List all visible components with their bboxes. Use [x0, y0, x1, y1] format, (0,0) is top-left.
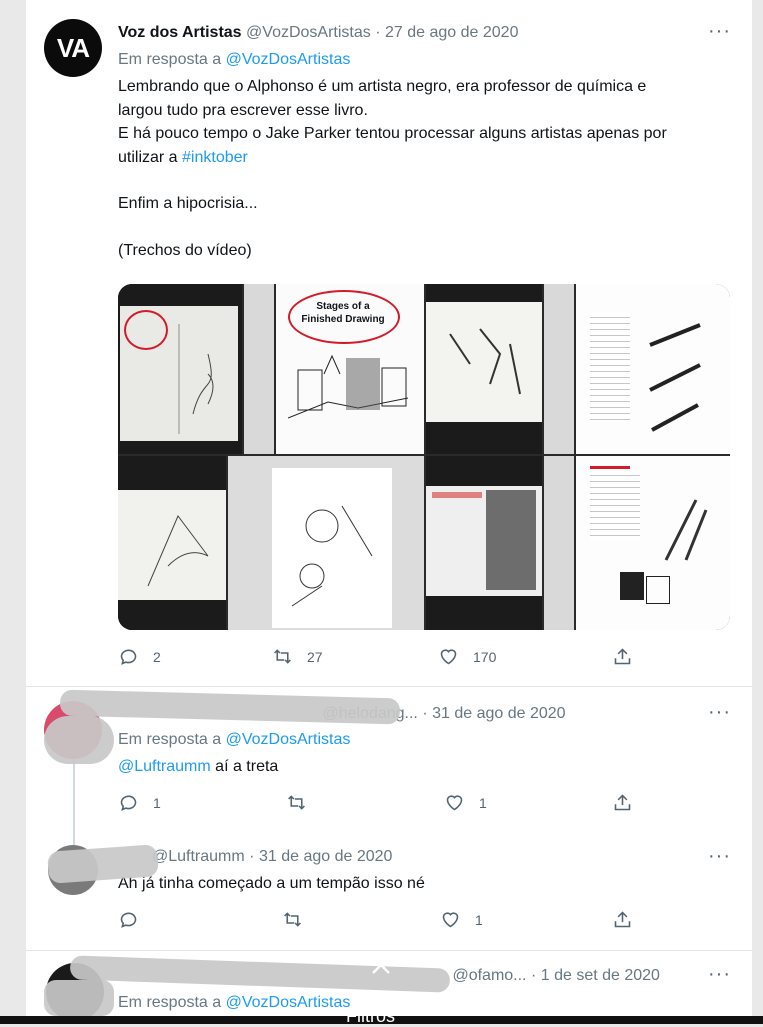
retweet-button[interactable]: 27 [272, 646, 323, 667]
media-tile-3[interactable]: Stages of a Finished Drawing [276, 284, 424, 454]
tweet-text: Lembrando que o Alphonso é um artista ne… [118, 75, 728, 262]
media-tile-2[interactable] [244, 284, 274, 454]
like-button[interactable]: 170 [438, 646, 496, 667]
share-button[interactable] [612, 792, 647, 813]
thread-connector [73, 760, 75, 845]
like-button[interactable]: 1 [444, 792, 487, 813]
tweet-line: Lembrando que o Alphonso é um artista ne… [118, 78, 647, 95]
separator: · [249, 848, 255, 865]
like-icon [440, 649, 457, 665]
reply-icon [120, 795, 137, 811]
share-button[interactable] [612, 646, 647, 667]
tweet-line: E há pouco tempo o Jake Parker tentou pr… [118, 125, 667, 142]
like-icon [446, 795, 463, 811]
separator: · [375, 24, 381, 41]
retweet-button[interactable] [286, 792, 321, 813]
retweet-icon [288, 795, 305, 810]
like-count: 1 [479, 794, 487, 811]
tweet-date[interactable]: 31 de ago de 2020 [432, 705, 565, 722]
retweet-icon [274, 649, 291, 664]
avatar-initials: VA [56, 32, 90, 63]
more-icon[interactable]: ··· [708, 963, 731, 986]
tweet-line: utilizar a [118, 148, 178, 166]
tweet-actions: 1 [118, 909, 638, 935]
sketch-drawing [288, 354, 409, 419]
reply-button[interactable]: 1 [118, 792, 161, 813]
retweet-count: 27 [307, 648, 323, 665]
retweet-button[interactable] [282, 909, 317, 930]
display-name[interactable]: Voz dos Artistas [118, 24, 242, 41]
more-icon[interactable]: ··· [708, 845, 731, 868]
media-tile-6[interactable] [576, 284, 730, 454]
reply-to-link[interactable]: @VozDosArtistas [226, 994, 351, 1011]
media-tile-4[interactable] [426, 284, 542, 454]
chevron-up-icon[interactable] [371, 962, 391, 974]
tweet-line: largou tudo pra escrever esse livro. [118, 101, 368, 119]
more-icon[interactable]: ··· [708, 701, 731, 724]
tweet-text: aí a treta [215, 758, 279, 775]
like-count: 1 [475, 911, 483, 928]
tweet-date[interactable]: 31 de ago de 2020 [259, 848, 392, 865]
handle[interactable]: @VozDosArtistas [246, 24, 371, 41]
reply-prefix: Em resposta a [118, 994, 222, 1011]
tweet-line: Enfim a hipocrisia... [118, 195, 258, 212]
handle[interactable]: @ofamo... [452, 967, 526, 984]
redaction-scribble [44, 980, 114, 1016]
separator: · [530, 967, 537, 984]
share-icon [614, 648, 631, 665]
reply-to-link[interactable]: @VozDosArtistas [226, 51, 351, 68]
retweet-icon [284, 912, 301, 927]
like-count: 170 [473, 648, 497, 665]
share-button[interactable] [612, 909, 647, 930]
handle[interactable]: @Luftraumm [152, 848, 245, 865]
media-caption: Stages of a Finished Drawing [301, 301, 385, 325]
media-tile-11[interactable] [576, 456, 730, 630]
reply-count: 1 [153, 794, 161, 811]
media-tile-1[interactable] [118, 284, 242, 454]
tweet-date[interactable]: 1 de set de 2020 [541, 967, 660, 984]
media-tile-5[interactable] [544, 284, 574, 454]
mention-link[interactable]: @Luftraumm [118, 758, 211, 775]
reply-icon [120, 649, 137, 665]
media-tile-7[interactable] [118, 456, 226, 630]
reply-button[interactable]: 2 [118, 646, 161, 667]
more-icon[interactable]: ··· [708, 20, 731, 43]
media-tile-9[interactable] [426, 456, 542, 630]
avatar[interactable]: VA [44, 19, 102, 77]
hashtag-link[interactable]: #inktober [182, 149, 248, 166]
media-tile-8[interactable] [228, 456, 424, 630]
reply-count: 2 [153, 648, 161, 665]
reply-prefix: Em resposta a [118, 731, 222, 748]
tweet-line: (Trechos do vídeo) [118, 241, 252, 259]
tweet-text: Ah já tinha começado a um tempão isso né [118, 875, 425, 892]
tweet-actions: 2 27 170 [118, 646, 638, 672]
reply-to-link[interactable]: @VozDosArtistas [226, 731, 351, 748]
like-icon [442, 912, 459, 928]
media-tile-10[interactable] [544, 456, 574, 630]
reply-prefix: Em resposta a [118, 51, 222, 68]
tweet-main[interactable]: VA Voz dos Artistas @VozDosArtistas · 27… [26, 0, 752, 684]
share-icon [614, 911, 631, 928]
tweet-actions: 1 1 [118, 792, 638, 818]
tweet-date[interactable]: 27 de ago de 2020 [385, 24, 518, 41]
media-grid[interactable]: Stages of a Finished Drawing [118, 284, 730, 630]
redaction-scribble [44, 716, 114, 764]
separator: · [422, 705, 428, 722]
reply-button[interactable] [118, 909, 153, 930]
reply-icon [120, 912, 137, 928]
like-button[interactable]: 1 [440, 909, 483, 930]
share-icon [614, 794, 631, 811]
